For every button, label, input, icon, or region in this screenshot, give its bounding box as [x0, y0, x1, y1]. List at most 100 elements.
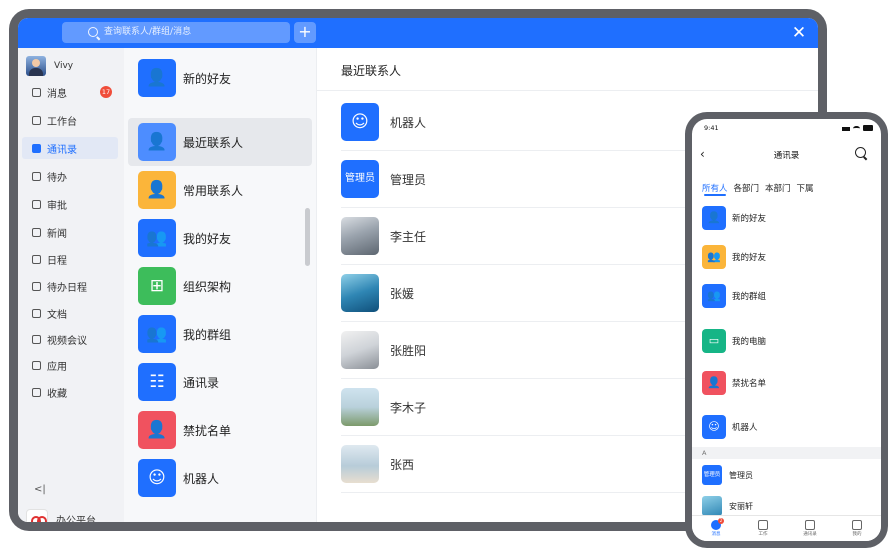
calendar-icon — [32, 254, 41, 264]
sidebar-item-label: 文档 — [47, 309, 67, 321]
contact-avatar — [341, 388, 379, 426]
contact-name: 李木子 — [390, 400, 427, 415]
user-name: Vivy — [54, 61, 74, 71]
phone-screen: 9:41 ‹ 通讯录 所有人 各部门 本部门 下属 👤 新的好友 👥 我的好友 … — [692, 119, 881, 541]
robot-icon: ☺ — [708, 420, 720, 433]
list-item-label: 机器人 — [732, 423, 758, 433]
search-placeholder: 查询联系人/群组/消息 — [104, 27, 192, 37]
person-icon: 👤 — [146, 180, 168, 200]
robot-icon: ☺ — [351, 112, 369, 132]
list-item-label: 我的群组 — [732, 292, 767, 302]
tile: 👤 — [138, 59, 176, 97]
list-item-label: 我的好友 — [732, 253, 767, 263]
list-item[interactable]: 安丽轩 — [702, 496, 753, 516]
tab-bar: 所有人 各部门 本部门 下属 — [702, 182, 814, 194]
category-address-book[interactable]: ☷ 通讯录 — [128, 358, 312, 406]
list-item-do-not-disturb[interactable]: 👤 禁扰名单 — [702, 370, 872, 396]
wifi-icon — [853, 126, 860, 131]
contact-name: 张胜阳 — [390, 343, 427, 358]
contact-avatar: ☺ — [341, 103, 379, 141]
search-input[interactable]: 查询联系人/群组/消息 — [62, 22, 290, 43]
computer-icon: ▭ — [708, 334, 720, 347]
list-item-robot[interactable]: ☺ 机器人 — [702, 414, 872, 440]
sidebar-item-contacts[interactable]: 通讯录 — [22, 137, 118, 159]
category-label: 最近联系人 — [183, 135, 244, 150]
list-item[interactable]: 管理员 管理员 — [702, 465, 753, 485]
section-header: A — [692, 447, 881, 459]
group-icon: 👥 — [707, 289, 721, 302]
collapse-sidebar-icon[interactable]: <| — [34, 484, 46, 495]
search-icon[interactable] — [855, 147, 866, 158]
sidebar-item-workbench[interactable]: 工作台 — [22, 109, 118, 131]
contact-avatar — [341, 217, 379, 255]
page-title: 通讯录 — [773, 151, 800, 161]
sidebar-item-video-meeting[interactable]: 视频会议 — [22, 328, 118, 350]
close-icon[interactable]: ✕ — [790, 24, 808, 42]
org-chart-icon: ⊞ — [149, 276, 165, 296]
contact-name: 管理员 — [390, 172, 427, 187]
favorite-icon — [32, 387, 41, 397]
category-label: 机器人 — [183, 471, 220, 486]
category-org-chart[interactable]: ⊞ 组织架构 — [128, 262, 312, 310]
list-item-my-groups[interactable]: 👥 我的群组 — [702, 283, 872, 309]
page-title: 最近联系人 — [341, 64, 402, 78]
search-icon — [88, 27, 98, 37]
approval-icon — [32, 199, 41, 209]
bottom-nav-label: 我的 — [852, 532, 862, 537]
platform-switcher[interactable]: 办公平台 — [26, 509, 96, 522]
add-friend-icon: 👤 — [146, 68, 168, 88]
bottom-nav-label: 消息 — [711, 532, 721, 537]
contact-name: 张媛 — [390, 286, 415, 301]
list-item-label: 新的好友 — [732, 214, 767, 224]
tab-subordinates[interactable]: 下属 — [797, 182, 814, 194]
category-my-groups[interactable]: 👥 我的群组 — [128, 310, 312, 358]
todo-icon — [32, 171, 41, 181]
bottom-nav-contacts[interactable]: 通讯录 — [795, 520, 825, 537]
category-robot[interactable]: ☺ 机器人 — [128, 454, 312, 502]
category-recent-contacts[interactable]: 👤 最近联系人 — [128, 118, 312, 166]
category-new-friends[interactable]: 👤 新的好友 — [128, 54, 312, 102]
sidebar-item-calendar[interactable]: 日程 — [22, 248, 118, 270]
tab-departments[interactable]: 各部门 — [734, 182, 760, 194]
phone-frame: 9:41 ‹ 通讯录 所有人 各部门 本部门 下属 👤 新的好友 👥 我的好友 … — [685, 112, 888, 548]
contact-avatar — [341, 445, 379, 483]
category-do-not-disturb[interactable]: 👤 禁扰名单 — [128, 406, 312, 454]
sidebar-item-messages[interactable]: 消息 17 — [22, 81, 118, 103]
bottom-nav-messages[interactable]: 消息 — [701, 520, 731, 537]
contact-categories: 👤 新的好友 👤 最近联系人 👤 常用联系人 👥 我的好友 ⊞ 组织架构 👥 我… — [124, 48, 316, 522]
friends-icon: 👥 — [707, 250, 721, 263]
avatar-text: 管理员 — [345, 173, 375, 184]
sidebar-item-label: 待办 — [47, 172, 67, 184]
contact-name: 安丽轩 — [729, 501, 753, 511]
list-item-my-friends[interactable]: 👥 我的好友 — [702, 244, 872, 270]
sidebar-item-favorites[interactable]: 收藏 — [22, 381, 118, 403]
sidebar-item-apps[interactable]: 应用 — [22, 354, 118, 376]
sidebar-item-news[interactable]: 新闻 — [22, 221, 118, 243]
bottom-nav-work[interactable]: 工作 — [748, 520, 778, 537]
group-icon: 👥 — [146, 324, 168, 344]
list-item-new-friends[interactable]: 👤 新的好友 — [702, 205, 872, 231]
category-label: 通讯录 — [183, 375, 220, 390]
category-frequent-contacts[interactable]: 👤 常用联系人 — [128, 166, 312, 214]
sidebar-item-documents[interactable]: 文档 — [22, 302, 118, 324]
document-icon — [32, 308, 41, 318]
bottom-nav-me[interactable]: 我的 — [842, 520, 872, 537]
contact-avatar: 管理员 — [341, 160, 379, 198]
sidebar-item-label: 工作台 — [47, 116, 77, 128]
user-profile[interactable]: Vivy — [26, 56, 73, 76]
add-button[interactable]: + — [294, 22, 316, 43]
contact-avatar — [702, 496, 722, 516]
sidebar-item-todo-calendar[interactable]: 待办日程 — [22, 275, 118, 297]
top-bar: 查询联系人/群组/消息 + ✕ — [18, 18, 818, 48]
sidebar-item-todo[interactable]: 待办 — [22, 165, 118, 187]
list-item-label: 禁扰名单 — [732, 379, 767, 389]
tab-all[interactable]: 所有人 — [702, 182, 728, 194]
contact-avatar — [341, 331, 379, 369]
tab-my-department[interactable]: 本部门 — [765, 182, 791, 194]
scrollbar[interactable] — [305, 208, 310, 266]
sidebar-item-label: 应用 — [47, 361, 67, 373]
category-my-friends[interactable]: 👥 我的好友 — [128, 214, 312, 262]
list-item-my-computer[interactable]: ▭ 我的电脑 — [702, 328, 872, 354]
todo-calendar-icon — [32, 281, 41, 291]
sidebar-item-approval[interactable]: 审批 — [22, 193, 118, 215]
